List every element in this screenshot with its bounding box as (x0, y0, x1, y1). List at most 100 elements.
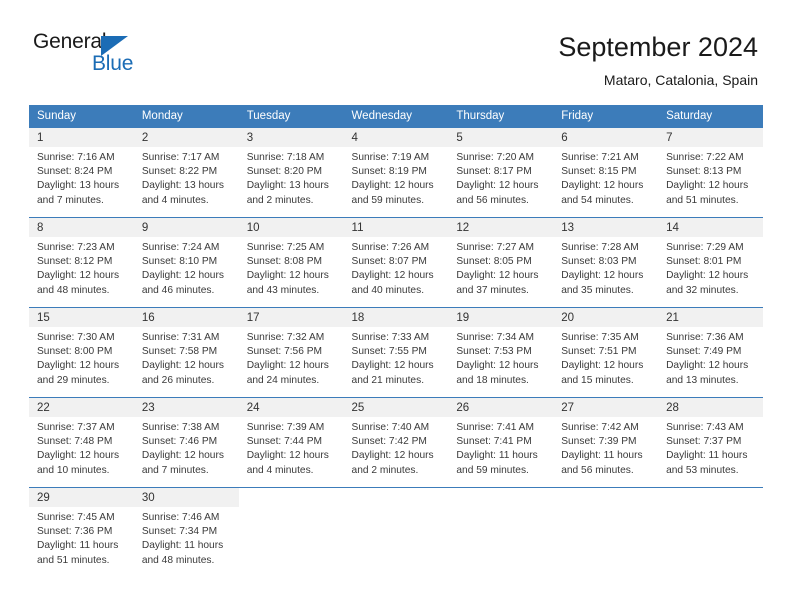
calendar-day-cell[interactable]: 27 Sunrise: 7:42 AM Sunset: 7:39 PM Dayligh… (553, 397, 659, 488)
daylight-duration-line1: Daylight: 12 hours (246, 270, 329, 282)
calendar-day-cell[interactable]: 18 Sunrise: 7:33 AM Sunset: 7:55 PM Dayligh… (343, 307, 449, 398)
daylight-duration-line1: Daylight: 12 hours (561, 360, 644, 372)
calendar-day-cell[interactable]: 3 Sunrise: 7:18 AM Sunset: 8:20 PM Daylight… (238, 127, 344, 218)
calendar-cell-empty (553, 487, 659, 580)
general-blue-logo[interactable]: General Blue (33, 30, 163, 88)
calendar-day-cell[interactable]: 30 Sunrise: 7:46 AM Sunset: 7:34 PM Dayligh… (133, 487, 239, 580)
calendar-day-cell[interactable]: 17 Sunrise: 7:32 AM Sunset: 7:56 PM Dayligh… (238, 307, 344, 398)
day-details: Sunrise: 7:29 AM Sunset: 8:01 PM Daylight:… (658, 237, 763, 298)
calendar-cell-empty (448, 487, 554, 580)
daylight-duration-line1: Daylight: 11 hours (141, 540, 224, 552)
day-details: Sunrise: 7:17 AM Sunset: 8:22 PM Daylight:… (134, 147, 239, 208)
day-details: Sunrise: 7:22 AM Sunset: 8:13 PM Daylight:… (658, 147, 763, 208)
calendar-week-row: 15 Sunrise: 7:30 AM Sunset: 8:00 PM Dayligh… (29, 307, 763, 398)
day-details: Sunrise: 7:33 AM Sunset: 7:55 PM Daylight:… (344, 327, 449, 388)
sunset-time: Sunset: 8:00 PM (37, 346, 113, 358)
daylight-duration-line1: Daylight: 12 hours (456, 270, 539, 282)
calendar-cell-empty (343, 487, 449, 580)
day-number: 28 (658, 398, 763, 417)
calendar-day-cell[interactable]: 24 Sunrise: 7:39 AM Sunset: 7:44 PM Dayligh… (238, 397, 344, 488)
day-number: 20 (553, 308, 659, 327)
daylight-duration-line1: Daylight: 13 hours (246, 180, 329, 192)
sunset-time: Sunset: 8:22 PM (141, 166, 218, 178)
daylight-duration-line2: and 56 minutes. (561, 464, 634, 476)
day-number: 12 (448, 218, 554, 237)
calendar-day-cell[interactable]: 13 Sunrise: 7:28 AM Sunset: 8:03 PM Dayligh… (553, 217, 659, 308)
daylight-duration-line1: Daylight: 12 hours (561, 270, 644, 282)
day-number: 30 (133, 488, 239, 507)
daylight-duration-line1: Daylight: 12 hours (456, 360, 539, 372)
calendar-day-cell[interactable]: 8 Sunrise: 7:23 AM Sunset: 8:12 PM Daylight… (29, 217, 134, 308)
sunrise-time: Sunrise: 7:21 AM (561, 152, 639, 163)
calendar-day-cell[interactable]: 25 Sunrise: 7:40 AM Sunset: 7:42 PM Dayligh… (343, 397, 449, 488)
calendar-day-cell[interactable]: 16 Sunrise: 7:31 AM Sunset: 7:58 PM Dayligh… (133, 307, 239, 398)
day-details: Sunrise: 7:37 AM Sunset: 7:48 PM Daylight:… (29, 417, 134, 478)
day-number (553, 488, 659, 507)
day-number: 22 (29, 398, 134, 417)
calendar-day-cell[interactable]: 26 Sunrise: 7:41 AM Sunset: 7:41 PM Dayligh… (448, 397, 554, 488)
calendar-day-cell[interactable]: 20 Sunrise: 7:35 AM Sunset: 7:51 PM Dayligh… (553, 307, 659, 398)
sunrise-time: Sunrise: 7:37 AM (37, 422, 115, 433)
day-number: 6 (553, 128, 659, 147)
day-details: Sunrise: 7:30 AM Sunset: 8:00 PM Daylight:… (29, 327, 134, 388)
calendar-day-cell[interactable]: 4 Sunrise: 7:19 AM Sunset: 8:19 PM Daylight… (343, 127, 449, 218)
sunrise-time: Sunrise: 7:28 AM (561, 242, 639, 253)
daylight-duration-line2: and 54 minutes. (561, 194, 634, 206)
calendar-day-cell[interactable]: 7 Sunrise: 7:22 AM Sunset: 8:13 PM Daylight… (658, 127, 763, 218)
sunset-time: Sunset: 8:05 PM (456, 256, 532, 268)
sunrise-time: Sunrise: 7:26 AM (351, 242, 430, 253)
day-number: 2 (133, 128, 239, 147)
sunset-time: Sunset: 7:36 PM (37, 526, 113, 538)
calendar-day-cell[interactable]: 22 Sunrise: 7:37 AM Sunset: 7:48 PM Dayligh… (29, 397, 134, 488)
calendar-day-cell[interactable]: 10 Sunrise: 7:25 AM Sunset: 8:08 PM Dayligh… (238, 217, 344, 308)
daylight-duration-line1: Daylight: 11 hours (666, 450, 748, 462)
calendar-day-cell[interactable]: 28 Sunrise: 7:43 AM Sunset: 7:37 PM Dayligh… (658, 397, 763, 488)
day-details: Sunrise: 7:41 AM Sunset: 7:41 PM Daylight:… (448, 417, 553, 478)
calendar-day-cell[interactable]: 12 Sunrise: 7:27 AM Sunset: 8:05 PM Dayligh… (448, 217, 554, 308)
sunset-time: Sunset: 7:48 PM (37, 436, 113, 448)
day-details: Sunrise: 7:32 AM Sunset: 7:56 PM Daylight:… (239, 327, 344, 388)
daylight-duration-line2: and 21 minutes. (351, 374, 425, 386)
day-number: 18 (343, 308, 449, 327)
day-details: Sunrise: 7:36 AM Sunset: 7:49 PM Daylight:… (658, 327, 763, 388)
calendar-body: 1 Sunrise: 7:16 AM Sunset: 8:24 PM Daylight… (29, 127, 763, 580)
day-details (239, 507, 344, 511)
sunset-time: Sunset: 7:53 PM (456, 346, 532, 358)
day-details (658, 507, 763, 511)
sunset-time: Sunset: 8:20 PM (246, 166, 323, 178)
day-number: 14 (658, 218, 763, 237)
calendar-day-cell[interactable]: 14 Sunrise: 7:29 AM Sunset: 8:01 PM Dayligh… (658, 217, 763, 308)
day-number (448, 488, 554, 507)
day-details (344, 507, 449, 511)
calendar-day-cell[interactable]: 21 Sunrise: 7:36 AM Sunset: 7:49 PM Dayligh… (658, 307, 763, 398)
calendar-day-cell[interactable]: 15 Sunrise: 7:30 AM Sunset: 8:00 PM Dayligh… (29, 307, 134, 398)
calendar-day-cell[interactable]: 9 Sunrise: 7:24 AM Sunset: 8:10 PM Daylight… (133, 217, 239, 308)
calendar-day-cell[interactable]: 23 Sunrise: 7:38 AM Sunset: 7:46 PM Dayligh… (133, 397, 239, 488)
sunrise-time: Sunrise: 7:29 AM (666, 242, 744, 253)
day-number (238, 488, 344, 507)
sunset-time: Sunset: 8:03 PM (561, 256, 637, 268)
sunrise-time: Sunrise: 7:41 AM (456, 422, 534, 433)
sunset-time: Sunset: 8:13 PM (666, 166, 742, 178)
calendar-day-cell[interactable]: 19 Sunrise: 7:34 AM Sunset: 7:53 PM Dayligh… (448, 307, 554, 398)
calendar-day-cell[interactable]: 5 Sunrise: 7:20 AM Sunset: 8:17 PM Daylight… (448, 127, 554, 218)
weekday-header-sunday: Sunday (29, 105, 134, 128)
sunrise-time: Sunrise: 7:46 AM (141, 512, 220, 523)
calendar-day-cell[interactable]: 6 Sunrise: 7:21 AM Sunset: 8:15 PM Daylight… (553, 127, 659, 218)
sunset-time: Sunset: 8:07 PM (351, 256, 427, 268)
weekday-header-monday: Monday (133, 105, 239, 128)
sunset-time: Sunset: 7:37 PM (666, 436, 742, 448)
daylight-duration-line1: Daylight: 12 hours (666, 360, 749, 372)
daylight-duration-line1: Daylight: 12 hours (246, 360, 329, 372)
daylight-duration-line2: and 40 minutes. (351, 284, 425, 296)
sunrise-time: Sunrise: 7:24 AM (141, 242, 220, 253)
sunrise-time: Sunrise: 7:19 AM (351, 152, 430, 163)
calendar-day-cell[interactable]: 1 Sunrise: 7:16 AM Sunset: 8:24 PM Daylight… (29, 127, 134, 218)
sunset-time: Sunset: 7:46 PM (141, 436, 218, 448)
daylight-duration-line1: Daylight: 12 hours (351, 180, 434, 192)
daylight-duration-line2: and 46 minutes. (141, 284, 215, 296)
calendar-day-cell[interactable]: 29 Sunrise: 7:45 AM Sunset: 7:36 PM Dayligh… (29, 487, 134, 580)
calendar-day-cell[interactable]: 11 Sunrise: 7:26 AM Sunset: 8:07 PM Dayligh… (343, 217, 449, 308)
daylight-duration-line1: Daylight: 12 hours (37, 270, 120, 282)
calendar-day-cell[interactable]: 2 Sunrise: 7:17 AM Sunset: 8:22 PM Daylight… (133, 127, 239, 218)
